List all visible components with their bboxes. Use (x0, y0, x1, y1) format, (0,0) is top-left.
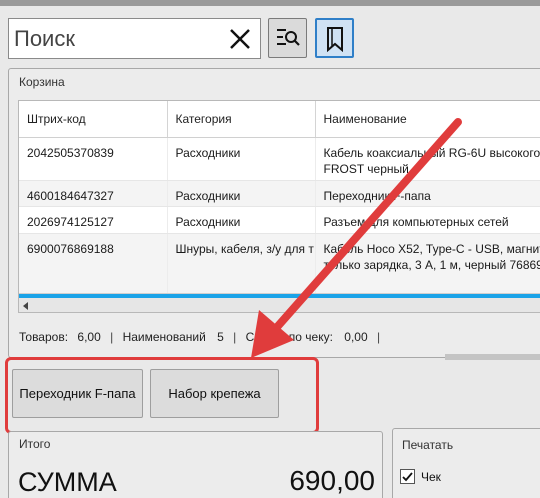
basket-grid[interactable]: Штрих-код Категория Наименование 2042505… (18, 100, 540, 313)
name-cell: Кабель коаксиальный RG-6U высокого CADEN… (315, 137, 540, 181)
basket-panel: Корзина Штрих-код Категория Наименование… (8, 68, 540, 358)
receipt-checkbox-row[interactable]: Чек (400, 469, 441, 484)
quick-item-button-fasteners[interactable]: Набор крепежа (150, 369, 279, 418)
sum-value: 690,00 (289, 465, 375, 496)
advanced-search-button[interactable] (268, 18, 307, 58)
name-cell: Разъем для компьютерных сетей (315, 206, 540, 234)
table-row[interactable]: 2042505370839 Расходники Кабель коаксиал… (19, 137, 540, 181)
status-separator: | (110, 330, 114, 344)
category-cell: Шнуры, кабеля, з/у для т (167, 233, 316, 296)
basket-status-bar: Товаров: 6,00 | Наименований 5 | Скидка … (19, 330, 386, 344)
names-count-value: 5 (217, 330, 224, 344)
list-search-icon (277, 29, 300, 46)
barcode-cell: 6900076869188 (19, 233, 168, 296)
total-title: Итого (19, 437, 51, 451)
grid-header-row: Штрих-код Категория Наименование (19, 101, 540, 138)
name-cell: Переходник F-папа (315, 180, 540, 207)
search-box[interactable] (8, 18, 261, 59)
name-cell: Кабель Hoco X52, Type-C - USB, магнитный… (315, 233, 540, 296)
print-title: Печатать (402, 438, 454, 452)
category-cell: Расходники (167, 180, 316, 207)
total-panel: Итого СУММА 690,00 (8, 431, 383, 498)
scrollbar-thumb[interactable] (19, 294, 540, 298)
barcode-cell: 2026974125127 (19, 206, 168, 234)
goods-count-label: Товаров: (19, 330, 69, 344)
close-icon (230, 29, 250, 49)
horizontal-scrollbar[interactable] (19, 293, 540, 312)
clear-search-button[interactable] (226, 25, 254, 53)
table-row[interactable]: 2026974125127 Расходники Разъем для комп… (19, 206, 540, 234)
panel-splitter[interactable] (445, 354, 540, 360)
print-panel: Печатать Чек (392, 428, 540, 498)
category-cell: Расходники (167, 206, 316, 234)
basket-title: Корзина (19, 75, 65, 89)
quick-item-button-adapter[interactable]: Переходник F-папа (12, 369, 143, 418)
receipt-label: Чек (421, 469, 441, 484)
discount-label: Скидка по чеку: (245, 330, 333, 344)
bookmark-icon (327, 27, 343, 52)
status-separator: | (233, 330, 237, 344)
table-row[interactable]: 6900076869188 Шнуры, кабеля, з/у для т К… (19, 233, 540, 296)
goods-count-value: 6,00 (77, 330, 101, 344)
receipt-checkbox[interactable] (400, 469, 415, 484)
status-separator: | (376, 330, 381, 344)
search-input[interactable] (14, 23, 219, 54)
scroll-left-icon[interactable] (21, 301, 31, 311)
discount-value: 0,00 (344, 330, 368, 344)
window-top-strip (0, 0, 540, 6)
column-header-category[interactable]: Категория (167, 101, 316, 138)
category-cell: Расходники (167, 137, 316, 181)
column-header-barcode[interactable]: Штрих-код (19, 101, 168, 138)
barcode-cell: 4600184647327 (19, 180, 168, 207)
bookmarks-button[interactable] (315, 18, 354, 58)
names-count-label: Наименований (122, 330, 206, 344)
sum-label: СУММА (18, 467, 117, 497)
table-row[interactable]: 4600184647327 Расходники Переходник F-па… (19, 180, 540, 207)
barcode-cell: 2042505370839 (19, 137, 168, 181)
column-header-name[interactable]: Наименование (315, 101, 540, 138)
checkmark-icon (402, 472, 413, 482)
